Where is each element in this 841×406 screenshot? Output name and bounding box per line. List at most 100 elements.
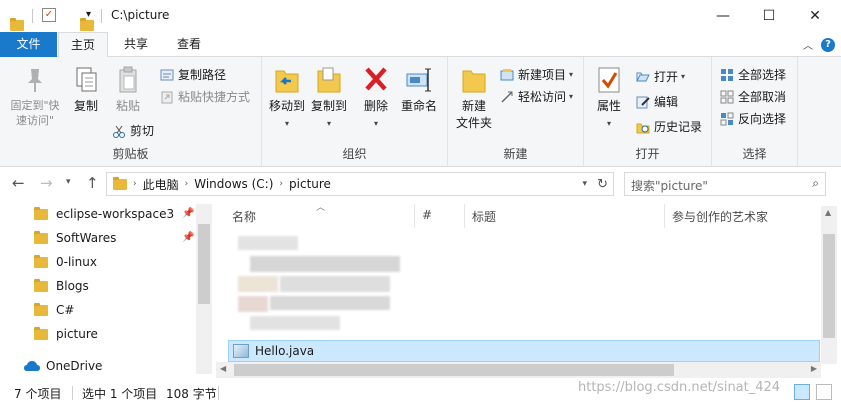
history-button[interactable]: 历史记录 [636, 118, 702, 135]
cloud-icon [24, 360, 40, 371]
paste-button[interactable]: 粘贴 [108, 65, 148, 115]
pin-icon: 📌 [182, 232, 195, 243]
delete-button[interactable]: 删除 ▾ [360, 65, 392, 132]
nav-item-blogs[interactable]: Blogs [34, 275, 89, 297]
nav-item-label: C# [56, 303, 75, 317]
nav-item-eclipse-workspace3[interactable]: eclipse-workspace3 [34, 203, 174, 225]
vertical-scrollbar[interactable]: ▲ [821, 206, 837, 364]
up-arrow-icon[interactable]: ↑ [86, 174, 99, 192]
refresh-icon[interactable]: ↻ [597, 177, 608, 192]
cut-button[interactable]: 剪切 [112, 122, 154, 139]
properties-check-icon [595, 65, 623, 95]
properties-button[interactable]: 属性 ▾ [590, 65, 628, 132]
column-separator[interactable] [664, 204, 665, 228]
properties-check-icon[interactable]: ✓ [42, 8, 56, 22]
move-to-dropdown-icon: ▾ [284, 119, 289, 128]
vertical-scrollbar-thumb[interactable] [823, 234, 835, 338]
scroll-left-icon[interactable]: ◀ [220, 364, 226, 373]
new-folder-label: 新建 文件夹 [455, 99, 492, 130]
search-input[interactable]: 搜索"picture" ⌕ [624, 172, 826, 196]
tab-file[interactable]: 文件 [0, 32, 57, 57]
easy-access-button[interactable]: 轻松访问 ▾ [500, 88, 573, 105]
horizontal-scrollbar-thumb[interactable] [234, 364, 674, 376]
maximize-button[interactable]: ☐ [746, 0, 792, 32]
nav-item-0-linux[interactable]: 0-linux [34, 251, 97, 273]
scroll-up-icon[interactable]: ▲ [825, 208, 831, 217]
column-header-name[interactable]: 名称 [232, 208, 256, 225]
column-separator[interactable] [414, 204, 415, 228]
copy-label: 复制 [73, 99, 98, 113]
cut-label: 剪切 [130, 124, 155, 138]
large-icons-view-icon[interactable] [816, 384, 832, 400]
nav-item-onedrive[interactable]: OneDrive [24, 355, 102, 377]
paste-shortcut-button[interactable]: 粘贴快捷方式 [160, 88, 250, 105]
nav-item-label: Blogs [56, 279, 89, 293]
help-icon[interactable]: ? [821, 38, 835, 52]
tab-home[interactable]: 主页 [58, 32, 108, 58]
new-item-button[interactable]: 新建项目 ▾ [500, 66, 573, 83]
collapse-ribbon-icon[interactable]: ︿ [803, 37, 813, 52]
scroll-right-icon[interactable]: ▶ [811, 364, 817, 373]
column-header-number[interactable]: # [422, 208, 432, 222]
tab-view[interactable]: 查看 [163, 32, 215, 57]
folder-icon [10, 17, 24, 31]
nav-scrollbar[interactable] [196, 204, 212, 374]
details-view-icon[interactable] [794, 384, 810, 400]
invert-selection-button[interactable]: 反向选择 [720, 110, 786, 127]
table-row[interactable]: Hello.java [228, 340, 820, 362]
column-separator[interactable] [464, 204, 465, 228]
new-folder-icon [460, 65, 488, 95]
breadcrumb-picture[interactable]: picture [289, 177, 331, 191]
pin-quick-access-button[interactable]: 固定到"快速访问" [6, 65, 64, 128]
nav-item-picture[interactable]: picture [34, 323, 98, 345]
select-all-button[interactable]: 全部选择 [720, 66, 786, 83]
tab-share[interactable]: 共享 [112, 32, 160, 57]
minimize-button[interactable]: — [700, 0, 746, 32]
select-all-label: 全部选择 [738, 68, 787, 82]
search-icon[interactable]: ⌕ [812, 176, 819, 191]
java-file-icon [233, 344, 249, 358]
pin-label: 固定到"快速访问" [10, 99, 60, 127]
recent-locations-chevron-icon[interactable]: ▾ [66, 177, 71, 187]
select-none-icon [720, 90, 734, 104]
copy-path-icon [160, 68, 174, 82]
history-label: 历史记录 [654, 120, 703, 134]
copy-button[interactable]: 复制 [68, 65, 104, 115]
column-header-title[interactable]: 标题 [472, 208, 496, 225]
close-button[interactable]: ✕ [792, 0, 838, 32]
copy-to-button[interactable]: 复制到 ▾ [308, 65, 350, 132]
move-to-button[interactable]: 移动到 ▾ [266, 65, 308, 132]
new-group-label: 新建 [503, 147, 528, 161]
copy-to-dropdown-icon: ▾ [326, 119, 331, 128]
nav-item-csharp[interactable]: C# [34, 299, 74, 321]
delete-label: 删除 [363, 99, 388, 113]
address-history-chevron-icon[interactable]: ▾ [582, 179, 587, 189]
nav-scrollbar-thumb[interactable] [198, 224, 210, 304]
obscured-file-rows [230, 230, 408, 336]
new-folder-icon[interactable] [80, 17, 94, 31]
rename-button[interactable]: 重命名 [398, 65, 440, 115]
forward-arrow-icon[interactable]: → [40, 174, 53, 192]
breadcrumb-separator-icon[interactable]: › [279, 179, 283, 189]
horizontal-scrollbar[interactable]: ◀ ▶ [216, 362, 821, 378]
file-list: ︿ 名称 # 标题 参与创作的艺术家 Hello.java ▲ ◀ ▶ [216, 200, 841, 378]
breadcrumb-this-pc[interactable]: 此电脑 [143, 176, 179, 193]
back-arrow-icon[interactable]: ← [12, 174, 25, 192]
clipboard-group-label: 剪贴板 [112, 147, 149, 161]
select-none-button[interactable]: 全部取消 [720, 88, 786, 105]
customize-toolbar-chevron-icon[interactable]: ▾ [86, 9, 91, 20]
select-none-label: 全部取消 [738, 90, 787, 104]
breadcrumb-separator-icon[interactable]: › [133, 179, 137, 189]
column-header-contributing-artists[interactable]: 参与创作的艺术家 [672, 208, 768, 225]
breadcrumb-separator-icon[interactable]: › [185, 179, 189, 189]
breadcrumb-drive-c[interactable]: Windows (C:) [194, 177, 273, 191]
edit-button[interactable]: 编辑 [636, 93, 678, 110]
address-bar[interactable]: › 此电脑 › Windows (C:) › picture ▾ ↻ [106, 172, 614, 196]
new-folder-button[interactable]: 新建 文件夹 [452, 65, 496, 132]
open-icon [636, 70, 650, 84]
copy-path-button[interactable]: 复制路径 [160, 66, 226, 83]
open-button[interactable]: 打开 ▾ [636, 68, 685, 85]
clipboard-group: 固定到"快速访问" 复制 粘贴 复制路径 粘贴快捷方式 剪切 剪贴板 [0, 57, 262, 167]
new-item-label: 新建项目 [518, 68, 567, 82]
nav-item-softwares[interactable]: SoftWares [34, 227, 116, 249]
